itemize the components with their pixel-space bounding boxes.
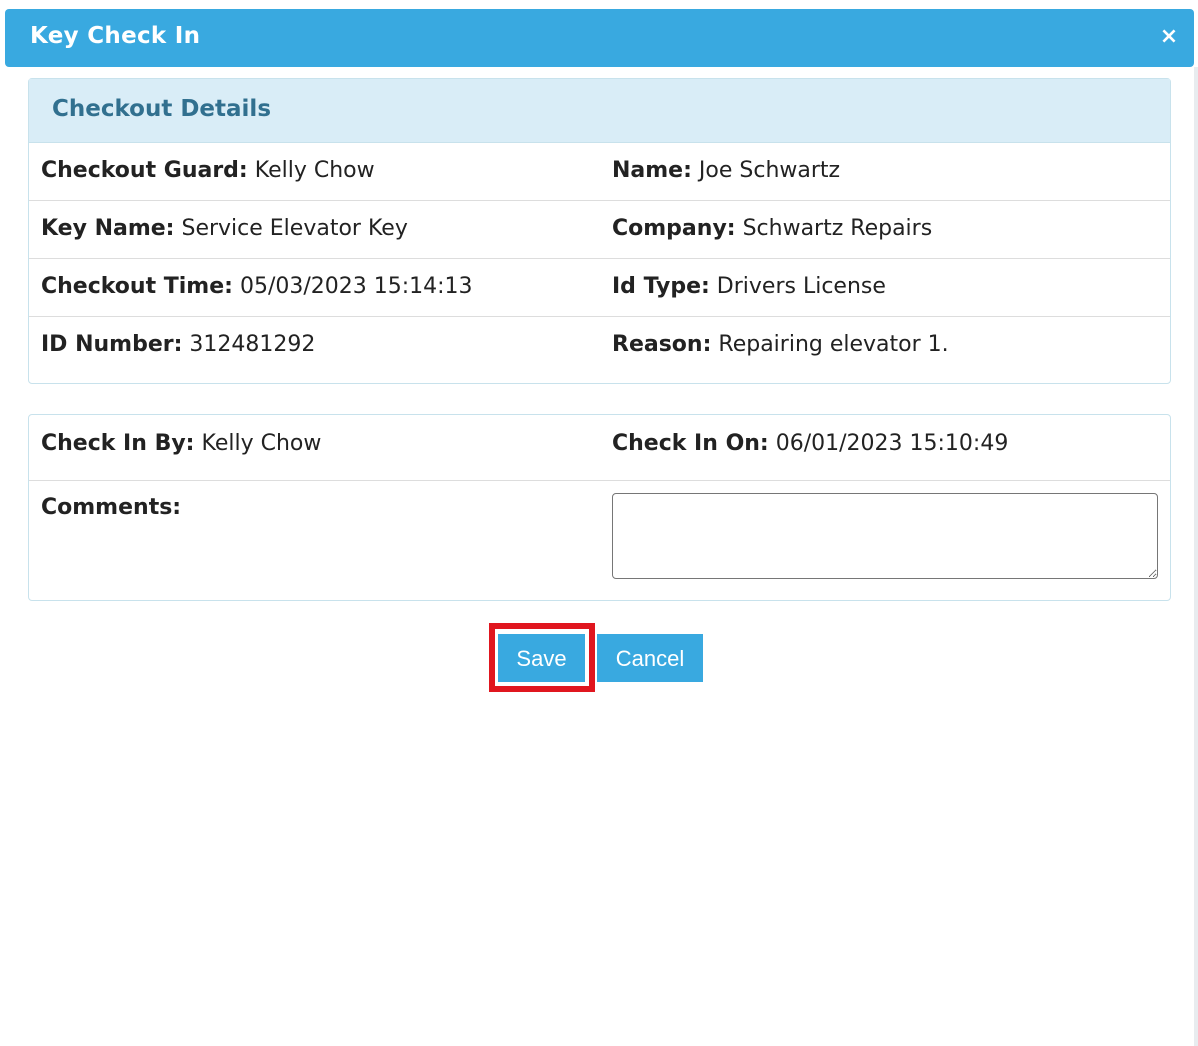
comments-label: Comments: [41,495,182,520]
name-field: Name: Joe Schwartz [612,158,840,183]
field-value: 06/01/2023 15:10:49 [775,431,1009,456]
details-row: Key Name: Service Elevator Key Company: … [29,201,1170,259]
right-edge [1194,67,1198,1046]
key-check-in-modal: Key Check In × Checkout Details Checkout… [0,0,1198,1046]
check-in-on-field: Check In On: 06/01/2023 15:10:49 [612,431,1008,456]
field-value: 312481292 [189,332,316,357]
field-value: Drivers License [716,274,886,299]
field-value: Schwartz Repairs [742,216,933,241]
field-value: Kelly Chow [201,431,322,456]
field-value: Service Elevator Key [181,216,408,241]
close-icon[interactable]: × [1158,26,1180,48]
field-label: ID Number: [41,332,183,357]
cancel-button[interactable]: Cancel [597,634,703,682]
field-value: Repairing elevator 1. [718,332,949,357]
panel-heading: Checkout Details [29,79,1170,143]
key-name-field: Key Name: Service Elevator Key [41,216,408,241]
check-in-panel: Check In By: Kelly Chow Check In On: 06/… [28,414,1171,601]
company-field: Company: Schwartz Repairs [612,216,932,241]
field-label: Reason: [612,332,712,357]
field-label: Key Name: [41,216,175,241]
modal-title: Key Check In [30,23,201,49]
field-label: Check In By: [41,431,195,456]
modal-header: Key Check In × [5,9,1194,67]
field-label: Checkout Guard: [41,158,248,183]
field-label: Company: [612,216,736,241]
check-in-by-field: Check In By: Kelly Chow [41,431,321,456]
details-row: Checkout Guard: Kelly Chow Name: Joe Sch… [29,143,1170,201]
reason-field: Reason: Repairing elevator 1. [612,332,949,357]
save-button[interactable]: Save [498,634,585,682]
id-type-field: Id Type: Drivers License [612,274,886,299]
checkout-time-field: Checkout Time: 05/03/2023 15:14:13 [41,274,473,299]
id-number-field: ID Number: 312481292 [41,332,315,357]
field-value: Kelly Chow [254,158,375,183]
field-label: Id Type: [612,274,710,299]
checkout-details-panel: Checkout Details Checkout Guard: Kelly C… [28,78,1171,384]
details-row: ID Number: 312481292 Reason: Repairing e… [29,317,1170,375]
field-value: Joe Schwartz [698,158,841,183]
field-label: Name: [612,158,692,183]
comments-textarea[interactable] [612,493,1158,579]
details-row: Checkout Time: 05/03/2023 15:14:13 Id Ty… [29,259,1170,317]
check-in-row: Check In By: Kelly Chow Check In On: 06/… [29,415,1170,481]
checkout-guard-field: Checkout Guard: Kelly Chow [41,158,375,183]
field-label: Checkout Time: [41,274,233,299]
field-label: Check In On: [612,431,769,456]
field-value: 05/03/2023 15:14:13 [239,274,473,299]
